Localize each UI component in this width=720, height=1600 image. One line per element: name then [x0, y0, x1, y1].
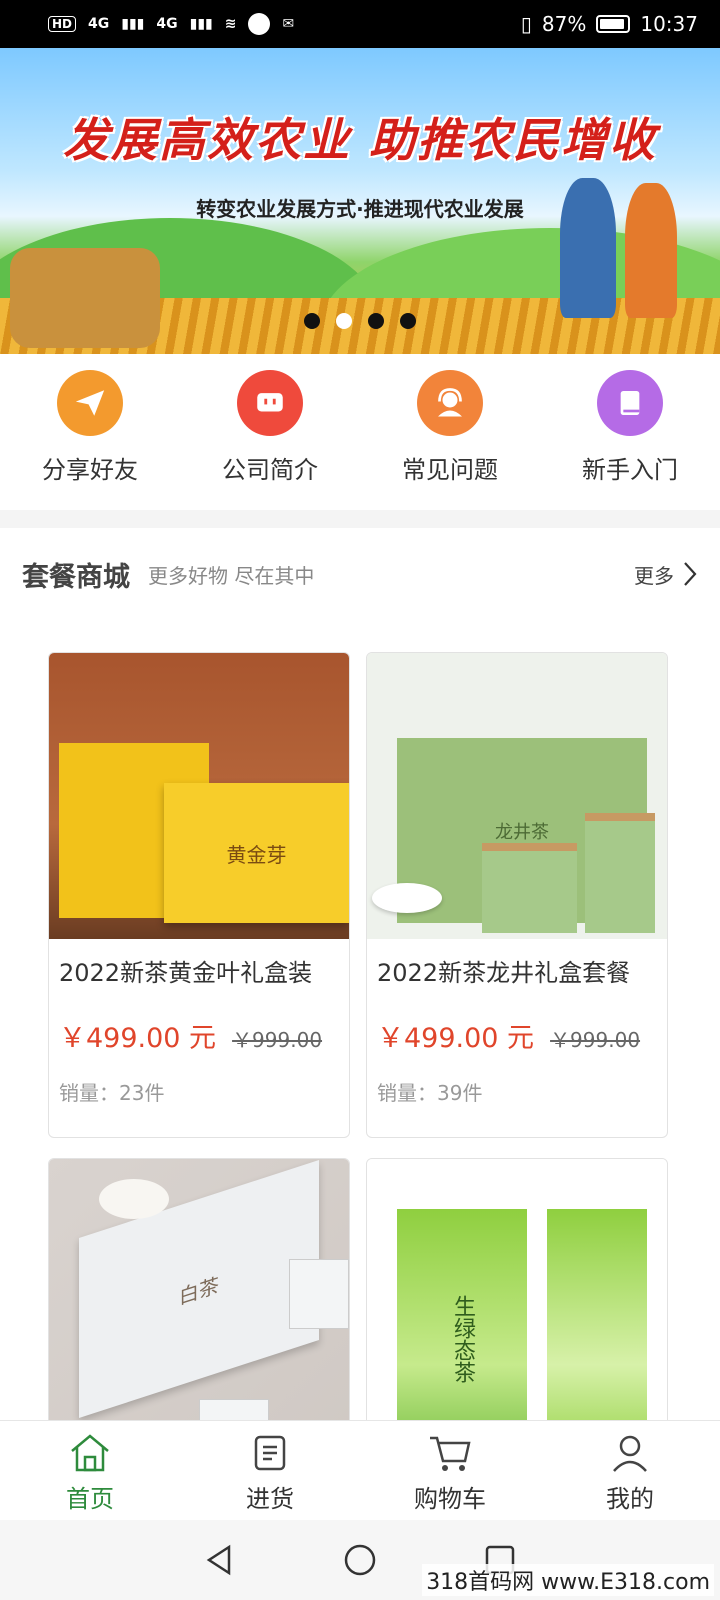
nav-label: 进货 [246, 1485, 294, 1513]
back-icon[interactable] [203, 1543, 237, 1577]
nav-restock[interactable]: 进货 [180, 1421, 360, 1520]
product-name: 2022新茶龙井礼盒套餐 [377, 959, 631, 987]
product-image: 龙井茶 [367, 653, 667, 939]
clipboard-icon [254, 1435, 286, 1471]
more-label: 更多 [634, 563, 674, 588]
tea-can-illustration-2 [585, 813, 655, 933]
cart-icon [430, 1436, 471, 1471]
quick-nav-beginner-guide[interactable]: 新手入门 [540, 370, 720, 510]
section-title: 套餐商城 [22, 561, 130, 593]
product-sales: 销量：23件 [59, 1081, 165, 1105]
quick-nav-label: 新手入门 [582, 456, 678, 484]
vibrate-icon: ▯ [520, 12, 532, 36]
quick-nav-faq[interactable]: 常见问题 [360, 370, 540, 510]
quick-nav-company-intro[interactable]: 公司简介 [180, 370, 360, 510]
product-card[interactable]: 龙井茶 2022新茶龙井礼盒套餐 ￥499.00 元 ￥999.00 销量：39… [366, 652, 668, 1138]
battery-percent: 87% [541, 12, 587, 36]
tv-icon [237, 370, 303, 436]
quick-nav: 分享好友 公司简介 常见问题 新手入门 [0, 370, 720, 510]
product-name: 2022新茶黄金叶礼盒装 [59, 959, 313, 987]
nav-profile[interactable]: 我的 [540, 1421, 720, 1520]
nav-label: 首页 [66, 1485, 114, 1513]
home-circle-icon[interactable] [343, 1543, 377, 1577]
signal-4g-1: 4G [88, 16, 110, 32]
banner-subtitle: 转变农业发展方式·推进现代农业发展 [196, 197, 524, 221]
product-price: ￥499.00 元 [59, 1023, 217, 1054]
section-header: 套餐商城 更多好物 尽在其中 更多 [0, 528, 720, 620]
nav-label: 我的 [606, 1485, 654, 1513]
quick-nav-share-friends[interactable]: 分享好友 [0, 370, 180, 510]
product-prices: ￥499.00 元 ￥999.00 [49, 988, 349, 1055]
tea-cup-illustration [99, 1179, 169, 1219]
signal-bars-icon-2: ▮▮▮ [189, 16, 213, 32]
app-notification-icon [248, 13, 271, 35]
clock: 10:37 [640, 12, 698, 36]
signal-bars-icon: ▮▮▮ [121, 16, 145, 32]
more-link[interactable]: 更多 [634, 560, 698, 589]
battery-icon [596, 15, 631, 33]
status-right: ▯ 87% 10:37 [521, 12, 698, 36]
wifi-icon: ≋ [224, 16, 237, 32]
hd-indicator: HD [48, 16, 77, 32]
section-divider [0, 510, 720, 528]
mail-icon: ✉ [282, 16, 295, 32]
produce-basket-illustration [10, 248, 160, 348]
gift-box-illustration: 黄金芽 [164, 783, 349, 923]
quick-nav-label: 分享好友 [42, 456, 138, 484]
quick-nav-label: 常见问题 [402, 456, 498, 484]
carousel-dot[interactable] [304, 313, 320, 329]
carousel-dot[interactable] [400, 313, 416, 329]
banner-carousel[interactable]: 发展高效农业 助推农民增收 转变农业发展方式·推进现代农业发展 [0, 48, 720, 354]
product-original-price: ￥999.00 [232, 1028, 323, 1052]
product-original-price: ￥999.00 [550, 1028, 641, 1052]
bottom-nav: 首页 进货 购物车 我的 [0, 1420, 720, 1520]
chevron-right-icon [684, 562, 697, 586]
carousel-dot-active[interactable] [336, 313, 352, 329]
tea-can-illustration [289, 1259, 349, 1329]
headset-icon [417, 370, 483, 436]
quick-nav-label: 公司简介 [222, 456, 318, 484]
status-left: HD 4G ▮▮▮ 4G ▮▮▮ ≋ ✉ [48, 13, 294, 35]
carousel-dot[interactable] [368, 313, 384, 329]
product-card[interactable]: 黄金芽 2022新茶黄金叶礼盒装 ￥499.00 元 ￥999.00 销量：23… [48, 652, 350, 1138]
home-icon [71, 1434, 109, 1472]
watermark: 318首码网 www.E318.com [422, 1564, 714, 1596]
tea-leaves-plate [372, 883, 442, 913]
product-image: 黄金芽 [49, 653, 349, 939]
section-subtitle: 更多好物 尽在其中 [148, 563, 315, 588]
paper-plane-icon [57, 370, 123, 436]
status-bar: HD 4G ▮▮▮ 4G ▮▮▮ ≋ ✉ ▯ 87% 10:37 [0, 0, 720, 48]
nav-cart[interactable]: 购物车 [360, 1421, 540, 1520]
nav-label: 购物车 [414, 1485, 486, 1513]
banner-title: 发展高效农业 助推农民增收 [62, 113, 657, 167]
product-price: ￥499.00 元 [377, 1023, 535, 1054]
book-icon [597, 370, 663, 436]
product-sales: 销量：39件 [377, 1081, 483, 1105]
signal-4g-2: 4G [156, 16, 178, 32]
nav-home[interactable]: 首页 [0, 1421, 180, 1520]
product-prices: ￥499.00 元 ￥999.00 [367, 988, 667, 1055]
user-icon [613, 1435, 647, 1472]
tea-can-illustration [482, 843, 577, 933]
carousel-indicator [0, 313, 720, 329]
